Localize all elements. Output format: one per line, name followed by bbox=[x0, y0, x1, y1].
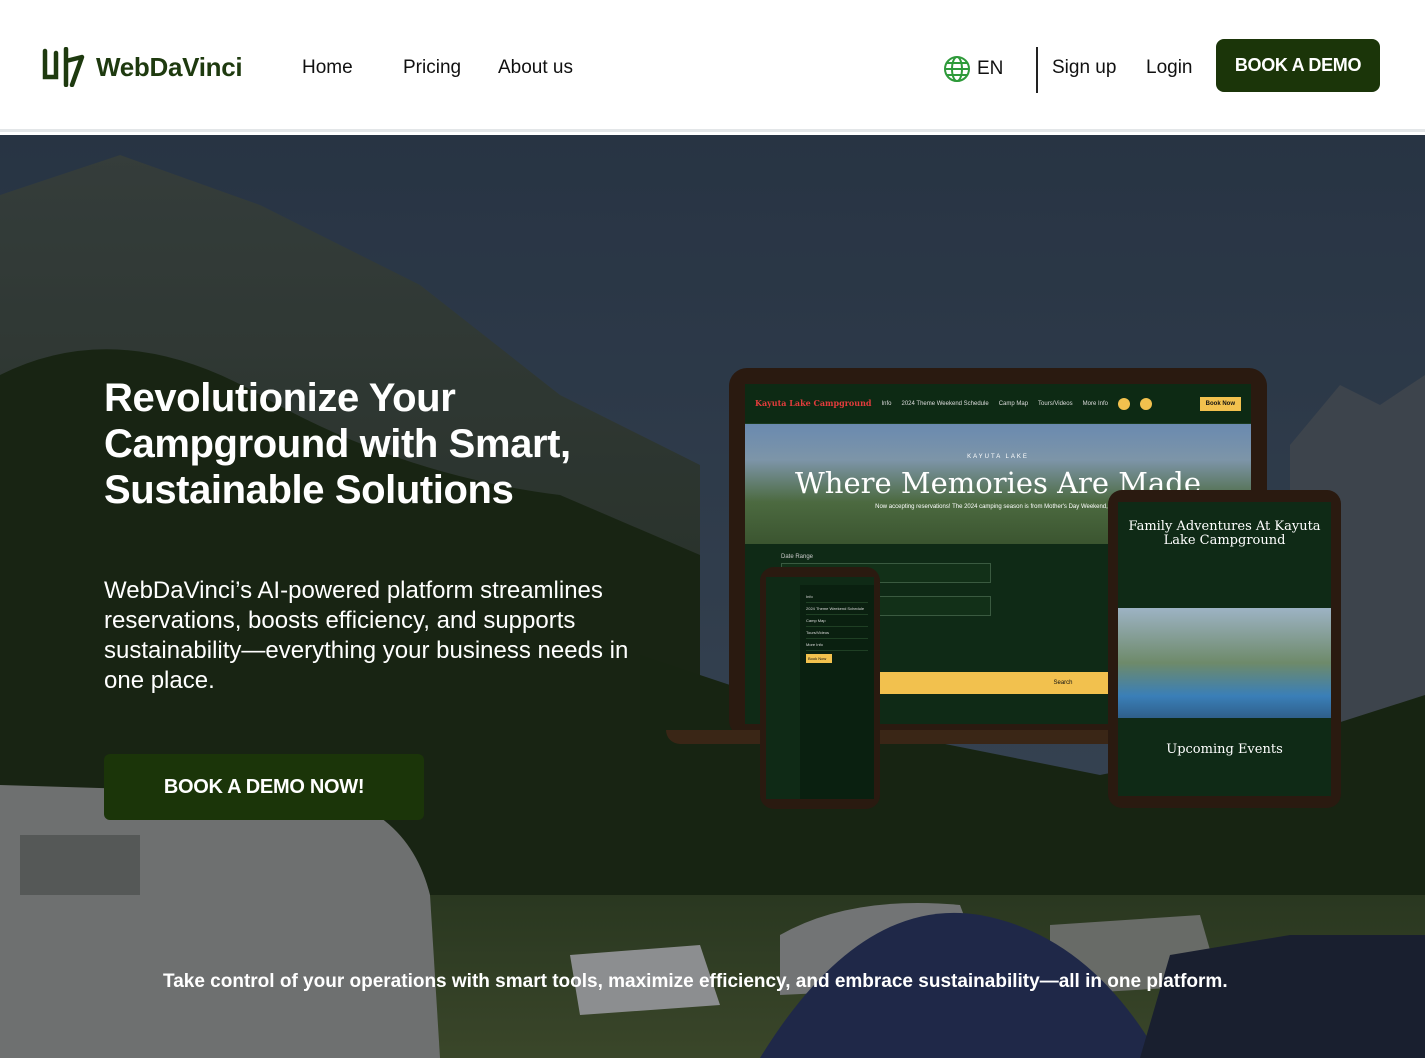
mock-user-icon bbox=[1139, 397, 1152, 410]
mock-nav-link: 2024 Theme Weekend Schedule bbox=[901, 400, 989, 407]
mock-site-logo: Kayuta Lake Campground bbox=[755, 398, 872, 408]
nav-divider bbox=[1036, 47, 1038, 93]
mock-nav-link: Camp Map bbox=[998, 400, 1029, 407]
brand-logo[interactable]: WebDaVinci bbox=[42, 47, 243, 87]
mock-nav-link: Info bbox=[881, 400, 892, 407]
mock-cart-icon bbox=[1117, 397, 1130, 410]
brand-name: WebDaVinci bbox=[96, 51, 243, 82]
phone-menu-item: Info bbox=[806, 591, 868, 603]
hero-section: Revolutionize Your Campground with Smart… bbox=[0, 135, 1425, 1058]
tablet-events-heading: Upcoming Events bbox=[1166, 742, 1283, 757]
nav-pricing[interactable]: Pricing bbox=[403, 57, 461, 79]
mock-nav-link: Tours/Videos bbox=[1038, 400, 1073, 407]
globe-icon bbox=[944, 56, 970, 82]
hero-bottom-note: Take control of your operations with sma… bbox=[163, 971, 1228, 992]
phone-menu: Info 2024 Theme Weekend Schedule Camp Ma… bbox=[800, 585, 874, 799]
tablet-screen: Family Adventures At Kayuta Lake Campgro… bbox=[1118, 502, 1331, 796]
mock-site-nav: Kayuta Lake Campground Info 2024 Theme W… bbox=[745, 384, 1251, 424]
mock-kicker: KAYUTA LAKE bbox=[967, 454, 1029, 460]
tablet-photo bbox=[1118, 608, 1331, 718]
brand-logo-icon bbox=[42, 47, 85, 87]
nav-home[interactable]: Home bbox=[302, 57, 353, 79]
tablet-title: Family Adventures At Kayuta Lake Campgro… bbox=[1128, 519, 1321, 548]
phone-menu-item: Tours/Videos bbox=[806, 627, 868, 639]
language-label: EN bbox=[977, 58, 1004, 79]
phone-menu-item: Camp Map bbox=[806, 615, 868, 627]
mock-book-now: Book Now bbox=[1199, 396, 1241, 411]
phone-screen: Info 2024 Theme Weekend Schedule Camp Ma… bbox=[766, 577, 874, 799]
hero-subtitle: WebDaVinci’s AI-powered platform streaml… bbox=[104, 577, 629, 694]
phone-mockup: Info 2024 Theme Weekend Schedule Camp Ma… bbox=[760, 567, 880, 809]
book-demo-button[interactable]: BOOK A DEMO bbox=[1216, 39, 1380, 92]
phone-menu-item: 2024 Theme Weekend Schedule bbox=[806, 603, 868, 615]
mock-nav-link: More Info bbox=[1082, 400, 1108, 407]
language-selector[interactable]: EN bbox=[943, 55, 1003, 83]
tablet-mockup: Family Adventures At Kayuta Lake Campgro… bbox=[1108, 490, 1341, 808]
login-link[interactable]: Login bbox=[1146, 57, 1193, 79]
phone-book-now: Book Now bbox=[806, 654, 832, 663]
top-navbar: WebDaVinci Home Pricing About us EN Sign… bbox=[0, 0, 1425, 132]
book-demo-now-button[interactable]: BOOK A DEMO NOW! bbox=[104, 754, 424, 820]
phone-menu-item: More Info bbox=[806, 639, 868, 651]
hero-title: Revolutionize Your Campground with Smart… bbox=[104, 376, 571, 512]
signup-link[interactable]: Sign up bbox=[1052, 57, 1116, 79]
nav-about[interactable]: About us bbox=[498, 57, 573, 79]
